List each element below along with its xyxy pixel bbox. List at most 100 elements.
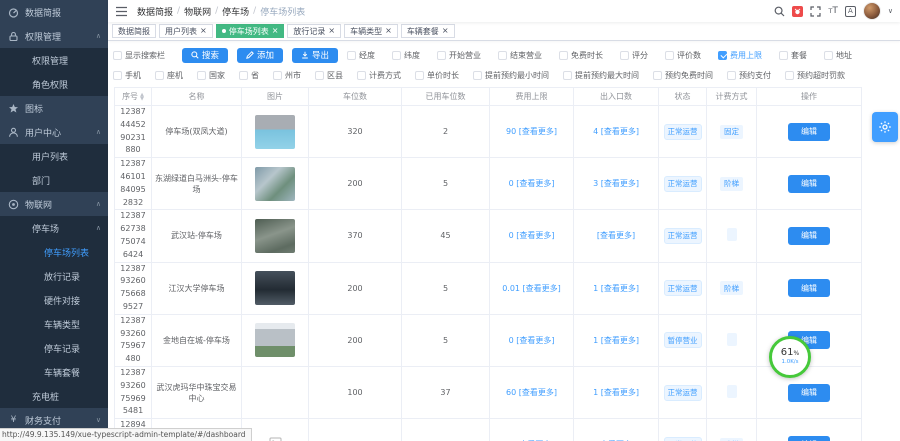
close-icon[interactable]: × (272, 27, 279, 35)
row-name: 停车场(双凤大道) (152, 106, 242, 158)
fullscreen-icon[interactable] (810, 6, 821, 17)
header-used-spots: 已用车位数 (402, 88, 490, 106)
column-checkbox-review-count[interactable]: 评价数 (665, 50, 701, 61)
sidebar-item-hardware-dock[interactable]: 硬件对接 (0, 288, 108, 312)
fee-more-link[interactable]: 0 [查看更多] (490, 314, 574, 366)
fee-more-link[interactable]: 0 [查看更多] (490, 158, 574, 210)
breadcrumb-item[interactable]: 物联网 (184, 5, 211, 18)
network-monitor-widget[interactable]: 61% 1.0K/s (769, 336, 811, 378)
chevron-down-icon: ∨ (96, 416, 101, 424)
tab-vehicle-package[interactable]: 车辆套餐× (401, 24, 455, 38)
column-checkbox-reserve-pay[interactable]: 预约支付 (727, 70, 771, 81)
sidebar-item-parking-records[interactable]: 停车记录 (0, 336, 108, 360)
breadcrumb-item[interactable]: 数据简报 (137, 5, 173, 18)
column-checkbox-country[interactable]: 国家 (197, 70, 225, 81)
row-spots: 100 (309, 366, 402, 418)
gates-more-link[interactable]: 3 [查看更多] (574, 158, 659, 210)
add-button[interactable]: 添加 (237, 48, 283, 63)
header-seq[interactable]: 序号▲▼ (115, 88, 152, 106)
column-checkbox-mobile[interactable]: 手机 (113, 70, 141, 81)
sidebar-item-user-list[interactable]: 用户列表 (0, 144, 108, 168)
fee-more-link[interactable]: 90 [查看更多] (490, 106, 574, 158)
close-icon[interactable]: × (200, 27, 207, 35)
column-checkbox-free-duration[interactable]: 免费时长 (559, 50, 603, 61)
edit-button[interactable]: 编辑 (788, 384, 830, 402)
tab-pass-records[interactable]: 放行记录× (287, 24, 341, 38)
sidebar-item-iot[interactable]: 物联网 ∧ (0, 192, 108, 216)
gates-more-link[interactable]: 1 [查看更多] (574, 262, 659, 314)
column-checkbox-latitude[interactable]: 纬度 (392, 50, 420, 61)
status-badge: 正常运营 (664, 176, 702, 192)
gates-more-link[interactable]: [查看更多] (574, 210, 659, 262)
column-checkbox-district[interactable]: 区县 (315, 70, 343, 81)
avatar[interactable] (863, 2, 881, 20)
row-action-cell: 编辑 (757, 262, 862, 314)
chevron-down-icon[interactable]: ∨ (888, 7, 893, 15)
close-icon[interactable]: × (442, 27, 449, 35)
fee-more-link[interactable]: 0 [查看更多] (490, 419, 574, 441)
fee-more-link[interactable]: 0 [查看更多] (490, 210, 574, 262)
gates-more-link[interactable]: 1 [查看更多] (574, 366, 659, 418)
sidebar-item-department[interactable]: 部门 (0, 168, 108, 192)
hamburger-icon[interactable] (115, 6, 128, 17)
column-checkbox-close-time[interactable]: 结束营业 (498, 50, 542, 61)
error-log-icon[interactable] (792, 6, 803, 17)
tab-dashboard[interactable]: 数据简报 (112, 24, 156, 38)
column-checkbox-province[interactable]: 省 (239, 70, 259, 81)
settings-fab[interactable] (872, 112, 898, 142)
sidebar-item-permission-manage[interactable]: 权限管理 (0, 48, 108, 72)
column-checkbox-unit-price[interactable]: 单价时长 (415, 70, 459, 81)
fee-more-link[interactable]: 60 [查看更多] (490, 366, 574, 418)
tab-parking-list[interactable]: 停车场列表× (216, 24, 285, 38)
sidebar-item-pass-records[interactable]: 放行记录 (0, 264, 108, 288)
sidebar-item-dashboard[interactable]: 数据简报 (0, 0, 108, 24)
column-checkbox-package[interactable]: 套餐 (779, 50, 807, 61)
gates-more-link[interactable]: [查看更多] (574, 419, 659, 441)
gates-more-link[interactable]: 1 [查看更多] (574, 314, 659, 366)
sidebar-item-permission[interactable]: 权限管理 ∧ (0, 24, 108, 48)
tab-user-list[interactable]: 用户列表× (159, 24, 213, 38)
column-checkbox-open-time[interactable]: 开始营业 (437, 50, 481, 61)
edit-button[interactable]: 编辑 (788, 123, 830, 141)
column-checkbox-max-reserve-time[interactable]: 提前预约最大时间 (563, 70, 639, 81)
search-icon[interactable] (774, 6, 785, 17)
column-checkbox-reserve-free-time[interactable]: 预约免费时间 (653, 70, 713, 81)
column-checkbox-address[interactable]: 地址 (824, 50, 852, 61)
language-icon[interactable]: A (845, 6, 856, 17)
breadcrumb-item[interactable]: 停车场 (222, 5, 249, 18)
column-checkbox-longitude[interactable]: 经度 (347, 50, 375, 61)
column-checkbox-fee-cap[interactable]: 费用上限 (718, 50, 762, 61)
edit-button[interactable]: 编辑 (788, 227, 830, 245)
table-row: 123874445290231880 停车场(双凤大道) 320 2 90 [查… (115, 106, 862, 158)
sidebar-item-charging-pile[interactable]: 充电桩 (0, 384, 108, 408)
fee-more-link[interactable]: 0.01 [查看更多] (490, 262, 574, 314)
column-checkbox-billing-mode[interactable]: 计费方式 (357, 70, 401, 81)
export-button[interactable]: 导出 (292, 48, 338, 63)
edit-button[interactable]: 编辑 (788, 175, 830, 193)
header-photo: 图片 (242, 88, 309, 106)
sort-icon[interactable]: ▲▼ (140, 93, 144, 101)
sidebar-item-parking-list[interactable]: 停车场列表 (0, 240, 108, 264)
sidebar-item-vehicle-type[interactable]: 车辆类型 (0, 312, 108, 336)
edit-button[interactable]: 编辑 (788, 279, 830, 297)
sidebar-item-vehicle-package[interactable]: 车辆套餐 (0, 360, 108, 384)
font-size-icon[interactable]: TT (828, 6, 837, 16)
column-checkbox-landline[interactable]: 座机 (155, 70, 183, 81)
column-checkbox-min-reserve-time[interactable]: 提前预约最小时间 (473, 70, 549, 81)
sidebar-item-role-permission[interactable]: 角色权限 (0, 72, 108, 96)
column-checkbox-reserve-timeout-fine[interactable]: 预约超时罚款 (785, 70, 845, 81)
sidebar-item-user-center[interactable]: 用户中心 ∧ (0, 120, 108, 144)
search-button[interactable]: 搜索 (182, 48, 228, 63)
column-checkbox-city[interactable]: 州市 (273, 70, 301, 81)
sidebar-item-parking[interactable]: 停车场 ∧ (0, 216, 108, 240)
tab-vehicle-type[interactable]: 车辆类型× (344, 24, 398, 38)
gates-more-link[interactable]: 4 [查看更多] (574, 106, 659, 158)
toggle-search-bar-checkbox[interactable]: 显示搜索栏 (113, 50, 165, 61)
row-spots: 370 (309, 210, 402, 262)
close-icon[interactable]: × (385, 27, 392, 35)
column-checkbox-rating[interactable]: 评分 (620, 50, 648, 61)
broken-image-icon (269, 437, 282, 441)
edit-button[interactable]: 编辑 (788, 436, 830, 441)
close-icon[interactable]: × (328, 27, 335, 35)
sidebar-item-icons[interactable]: 图标 (0, 96, 108, 120)
